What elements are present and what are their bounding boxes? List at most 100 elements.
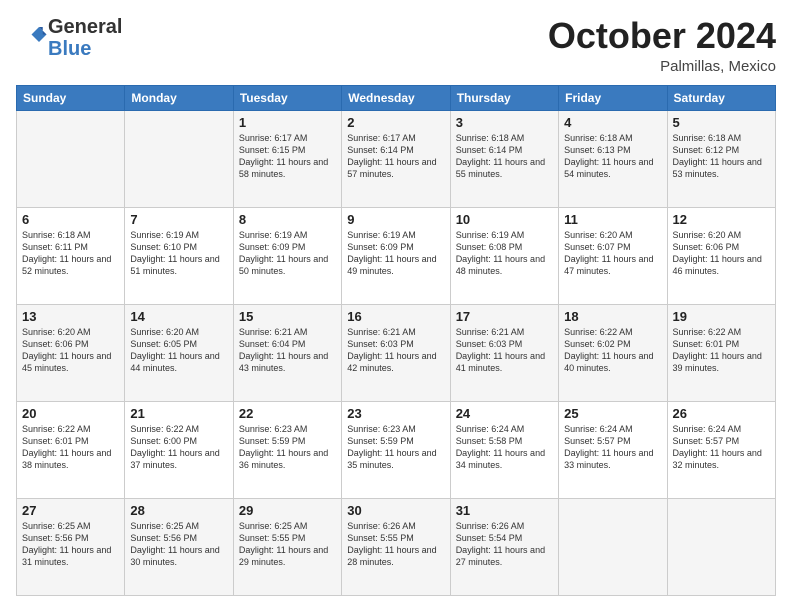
day-number: 19 [673,309,770,324]
table-row: 9 Sunrise: 6:19 AM Sunset: 6:09 PM Daylig… [342,207,450,304]
col-saturday: Saturday [667,85,775,110]
table-row: 17 Sunrise: 6:21 AM Sunset: 6:03 PM Dayli… [450,304,558,401]
table-row: 1Sunrise: 6:17 AM Sunset: 6:15 PM Daylig… [233,110,341,207]
table-row: 29 Sunrise: 6:25 AM Sunset: 5:55 PM Dayli… [233,498,341,595]
day-number: 4 [564,115,661,130]
day-number: 20 [22,406,119,421]
table-row: 15 Sunrise: 6:21 AM Sunset: 6:04 PM Dayli… [233,304,341,401]
day-number: 6 [22,212,119,227]
col-tuesday: Tuesday [233,85,341,110]
day-info: Sunrise: 6:25 AM Sunset: 5:56 PM Dayligh… [22,520,119,569]
day-number: 14 [130,309,227,324]
day-info: Sunrise: 6:24 AM Sunset: 5:57 PM Dayligh… [564,423,661,472]
logo-blue-text: Blue [48,38,91,60]
day-number: 2 [347,115,444,130]
day-info: Sunrise: 6:18 AM Sunset: 6:14 PM Dayligh… [456,132,553,181]
day-info: Sunrise: 6:24 AM Sunset: 5:58 PM Dayligh… [456,423,553,472]
day-info: Sunrise: 6:22 AM Sunset: 6:01 PM Dayligh… [22,423,119,472]
col-sunday: Sunday [17,85,125,110]
day-info: Sunrise: 6:22 AM Sunset: 6:01 PM Dayligh… [673,326,770,375]
day-info: Sunrise: 6:22 AM Sunset: 6:02 PM Dayligh… [564,326,661,375]
day-info: Sunrise: 6:20 AM Sunset: 6:07 PM Dayligh… [564,229,661,278]
table-row [667,498,775,595]
day-number: 25 [564,406,661,421]
table-row: 13Sunrise: 6:20 AM Sunset: 6:06 PM Dayli… [17,304,125,401]
table-row [17,110,125,207]
table-row: 3Sunrise: 6:18 AM Sunset: 6:14 PM Daylig… [450,110,558,207]
day-number: 31 [456,503,553,518]
calendar-week-5: 27 Sunrise: 6:25 AM Sunset: 5:56 PM Dayli… [17,498,776,595]
table-row: 8Sunrise: 6:19 AM Sunset: 6:09 PM Daylig… [233,207,341,304]
day-info: Sunrise: 6:22 AM Sunset: 6:00 PM Dayligh… [130,423,227,472]
table-row: 19 Sunrise: 6:22 AM Sunset: 6:01 PM Dayli… [667,304,775,401]
day-number: 28 [130,503,227,518]
day-info: Sunrise: 6:20 AM Sunset: 6:06 PM Dayligh… [673,229,770,278]
calendar-body: 1Sunrise: 6:17 AM Sunset: 6:15 PM Daylig… [17,110,776,595]
day-info: Sunrise: 6:18 AM Sunset: 6:13 PM Dayligh… [564,132,661,181]
calendar-page: General Blue October 2024 Palmillas, Mex… [0,0,792,612]
table-row: 25 Sunrise: 6:24 AM Sunset: 5:57 PM Dayli… [559,401,667,498]
day-info: Sunrise: 6:18 AM Sunset: 6:12 PM Dayligh… [673,132,770,181]
table-row: 23Sunrise: 6:23 AM Sunset: 5:59 PM Dayli… [342,401,450,498]
calendar-week-1: 1Sunrise: 6:17 AM Sunset: 6:15 PM Daylig… [17,110,776,207]
day-info: Sunrise: 6:26 AM Sunset: 5:55 PM Dayligh… [347,520,444,569]
day-number: 21 [130,406,227,421]
table-row: 22Sunrise: 6:23 AM Sunset: 5:59 PM Dayli… [233,401,341,498]
day-number: 16 [347,309,444,324]
table-row: 12 Sunrise: 6:20 AM Sunset: 6:06 PM Dayli… [667,207,775,304]
location: Palmillas, Mexico [548,58,776,75]
calendar-week-2: 6 Sunrise: 6:18 AM Sunset: 6:11 PM Daylig… [17,207,776,304]
month-title: October 2024 [548,16,776,56]
col-thursday: Thursday [450,85,558,110]
day-number: 10 [456,212,553,227]
title-block: October 2024 Palmillas, Mexico [548,16,776,75]
day-number: 7 [130,212,227,227]
col-monday: Monday [125,85,233,110]
day-number: 8 [239,212,336,227]
logo-general-text: General [48,16,122,38]
logo: General Blue [16,16,122,60]
table-row: 5Sunrise: 6:18 AM Sunset: 6:12 PM Daylig… [667,110,775,207]
table-row: 24 Sunrise: 6:24 AM Sunset: 5:58 PM Dayli… [450,401,558,498]
day-number: 15 [239,309,336,324]
day-number: 9 [347,212,444,227]
logo-icon [18,21,48,51]
table-row: 28Sunrise: 6:25 AM Sunset: 5:56 PM Dayli… [125,498,233,595]
table-row: 10Sunrise: 6:19 AM Sunset: 6:08 PM Dayli… [450,207,558,304]
day-info: Sunrise: 6:25 AM Sunset: 5:55 PM Dayligh… [239,520,336,569]
day-number: 18 [564,309,661,324]
day-info: Sunrise: 6:26 AM Sunset: 5:54 PM Dayligh… [456,520,553,569]
day-number: 12 [673,212,770,227]
day-number: 27 [22,503,119,518]
day-number: 29 [239,503,336,518]
day-info: Sunrise: 6:24 AM Sunset: 5:57 PM Dayligh… [673,423,770,472]
table-row: 11 Sunrise: 6:20 AM Sunset: 6:07 PM Dayli… [559,207,667,304]
day-number: 24 [456,406,553,421]
day-info: Sunrise: 6:20 AM Sunset: 6:05 PM Dayligh… [130,326,227,375]
calendar-week-4: 20 Sunrise: 6:22 AM Sunset: 6:01 PM Dayli… [17,401,776,498]
table-row: 7 Sunrise: 6:19 AM Sunset: 6:10 PM Daylig… [125,207,233,304]
day-info: Sunrise: 6:18 AM Sunset: 6:11 PM Dayligh… [22,229,119,278]
day-info: Sunrise: 6:17 AM Sunset: 6:15 PM Dayligh… [239,132,336,181]
table-row: 6 Sunrise: 6:18 AM Sunset: 6:11 PM Daylig… [17,207,125,304]
day-number: 17 [456,309,553,324]
day-info: Sunrise: 6:21 AM Sunset: 6:04 PM Dayligh… [239,326,336,375]
header: General Blue October 2024 Palmillas, Mex… [16,16,776,75]
day-number: 30 [347,503,444,518]
day-info: Sunrise: 6:21 AM Sunset: 6:03 PM Dayligh… [456,326,553,375]
calendar-table: Sunday Monday Tuesday Wednesday Thursday… [16,85,776,596]
table-row: 21 Sunrise: 6:22 AM Sunset: 6:00 PM Dayli… [125,401,233,498]
table-row: 20 Sunrise: 6:22 AM Sunset: 6:01 PM Dayli… [17,401,125,498]
table-row: 14 Sunrise: 6:20 AM Sunset: 6:05 PM Dayli… [125,304,233,401]
table-row [559,498,667,595]
day-info: Sunrise: 6:23 AM Sunset: 5:59 PM Dayligh… [239,423,336,472]
day-number: 11 [564,212,661,227]
day-info: Sunrise: 6:19 AM Sunset: 6:09 PM Dayligh… [347,229,444,278]
day-number: 26 [673,406,770,421]
col-friday: Friday [559,85,667,110]
table-row: 30 Sunrise: 6:26 AM Sunset: 5:55 PM Dayli… [342,498,450,595]
day-number: 13 [22,309,119,324]
day-info: Sunrise: 6:17 AM Sunset: 6:14 PM Dayligh… [347,132,444,181]
day-info: Sunrise: 6:19 AM Sunset: 6:10 PM Dayligh… [130,229,227,278]
table-row: 2 Sunrise: 6:17 AM Sunset: 6:14 PM Daylig… [342,110,450,207]
